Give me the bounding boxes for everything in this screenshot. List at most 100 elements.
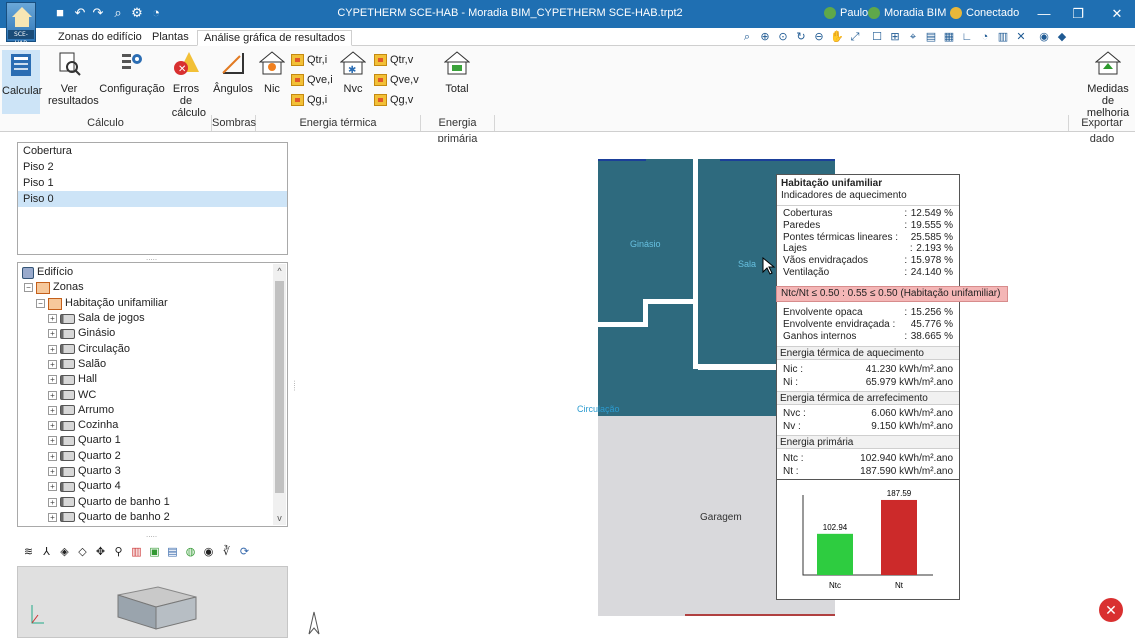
cube-icon[interactable]: ◈ xyxy=(58,546,71,559)
view-icon[interactable]: ◔ xyxy=(148,5,164,21)
room-label-ginasio[interactable]: Ginásio xyxy=(630,239,661,249)
close-error-icon[interactable]: ✕ xyxy=(1099,598,1123,622)
fit-icon[interactable]: ⤢ xyxy=(847,29,863,45)
qtrv-button[interactable]: Qtr,v xyxy=(374,54,413,66)
expand-icon[interactable]: + xyxy=(48,329,57,339)
zoom-extents-icon[interactable]: ⊕ xyxy=(757,29,773,45)
sphere-icon[interactable]: ◍ xyxy=(184,546,197,559)
calcular-button[interactable]: Calcular xyxy=(2,50,42,114)
layers-icon[interactable]: ▦ xyxy=(941,29,957,45)
scroll-down-icon[interactable]: v xyxy=(273,513,286,523)
plan-canvas[interactable]: Ginásio Sala Circulação Garagem xyxy=(300,142,1135,638)
collapse-icon[interactable]: − xyxy=(24,283,33,292)
close-window-button[interactable]: ✕ xyxy=(1107,4,1127,24)
expand-icon[interactable]: + xyxy=(48,314,57,323)
expand-icon[interactable]: + xyxy=(48,436,57,446)
building-icon[interactable]: ▥ xyxy=(995,29,1011,45)
expand-icon[interactable]: + xyxy=(48,344,57,354)
tree-node-space[interactable]: + Circulação xyxy=(48,342,130,357)
tree-node-zonas[interactable]: − Zonas xyxy=(24,280,84,295)
tree-node-edificio[interactable]: Edifício xyxy=(22,265,73,280)
select-box-icon[interactable]: ☐ xyxy=(869,29,885,45)
tree-node-space[interactable]: +Corredor xyxy=(48,525,121,526)
zoom-in-icon[interactable]: ⊙ xyxy=(775,29,791,45)
qgi-button[interactable]: Qg,i xyxy=(291,94,327,106)
floor-icon[interactable]: ▣ xyxy=(148,546,161,559)
tab-analise[interactable]: Análise gráfica de resultados xyxy=(197,30,353,46)
expand-icon[interactable]: + xyxy=(48,375,57,385)
nic-button[interactable]: Nic xyxy=(258,50,286,95)
total-button[interactable]: Total xyxy=(440,50,474,95)
help-icon[interactable]: ◉ xyxy=(1036,29,1052,45)
expand-icon[interactable]: + xyxy=(48,451,57,461)
tree-scrollbar[interactable]: ^ v xyxy=(273,264,286,525)
expand-icon[interactable]: + xyxy=(48,482,57,492)
orbit-icon[interactable]: ◔ xyxy=(977,29,993,45)
tree-node-space[interactable]: + Quarto de banho 1 xyxy=(48,495,170,510)
orbit-icon[interactable]: ✥ xyxy=(94,546,107,559)
connection-status[interactable]: Conectado xyxy=(950,7,1019,19)
project-badge[interactable]: Moradia BIM xyxy=(868,7,946,19)
splitter-handle[interactable]: ..... xyxy=(146,253,157,262)
axis-icon[interactable]: ⅄ xyxy=(40,546,53,559)
cube-open-icon[interactable]: ◇ xyxy=(76,546,89,559)
expand-icon[interactable]: + xyxy=(48,405,57,415)
level-item-piso-0[interactable]: Piso 0 xyxy=(18,191,287,207)
tab-plantas[interactable]: Plantas xyxy=(146,30,195,46)
tree-node-space[interactable]: + Hall xyxy=(48,372,97,387)
ver-resultados-button[interactable]: Ver resultados xyxy=(48,50,99,107)
nvc-button[interactable]: ✱ Nvc xyxy=(339,50,367,95)
expand-icon[interactable]: + xyxy=(48,359,57,369)
3d-preview[interactable] xyxy=(17,566,288,638)
window-icon[interactable]: ▤ xyxy=(166,546,179,559)
level-item-cobertura[interactable]: Cobertura xyxy=(18,143,287,159)
options-icon[interactable]: ◆ xyxy=(1054,29,1070,45)
tree-node-space[interactable]: + Quarto de banho 2 xyxy=(48,510,170,525)
tree-node-space[interactable]: + Salão xyxy=(48,357,106,372)
angle-icon[interactable]: ∟ xyxy=(959,29,975,45)
tree-node-habitacao[interactable]: − Habitação unifamiliar xyxy=(36,296,168,311)
tree-node-space[interactable]: + WC xyxy=(48,388,96,403)
room-label-garagem[interactable]: Garagem xyxy=(700,512,742,523)
save-icon[interactable]: ■ xyxy=(52,5,68,21)
erros-calculo-button[interactable]: ✕ Erros de cálculo xyxy=(166,50,206,119)
redraw-icon[interactable]: ↻ xyxy=(793,29,809,45)
level-item-piso-1[interactable]: Piso 1 xyxy=(18,175,287,191)
room-label-circulacao[interactable]: Circulação xyxy=(577,404,620,414)
pan-icon[interactable]: ✋ xyxy=(829,29,845,45)
tree-node-space[interactable]: + Arrumo xyxy=(48,403,114,418)
expand-icon[interactable]: + xyxy=(48,512,57,522)
configuracao-button[interactable]: Configuração xyxy=(98,50,166,95)
expand-icon[interactable]: + xyxy=(48,497,57,507)
level-item-piso-2[interactable]: Piso 2 xyxy=(18,159,287,175)
undo-icon[interactable]: ↶ xyxy=(72,5,88,21)
qgv-button[interactable]: Qg,v xyxy=(374,94,413,106)
expand-icon[interactable]: + xyxy=(48,421,57,431)
tree-node-space[interactable]: + Quarto 4 xyxy=(48,479,121,494)
medidas-melhoria-button[interactable]: Medidas de melhoria xyxy=(1082,50,1134,119)
user-badge[interactable]: Paulo xyxy=(824,7,868,19)
zoom-out-icon[interactable]: ⊖ xyxy=(811,29,827,45)
tree-node-space[interactable]: + Cozinha xyxy=(48,418,118,433)
tree-icon[interactable]: ⚲ xyxy=(112,546,125,559)
grid-icon[interactable]: ⊞ xyxy=(887,29,903,45)
settings-icon[interactable]: ⚙ xyxy=(129,5,145,21)
qtri-button[interactable]: Qtr,i xyxy=(291,54,327,66)
angulos-button[interactable]: Ângulos xyxy=(212,50,254,95)
splitter-handle[interactable]: ..... xyxy=(146,530,157,539)
expand-icon[interactable]: + xyxy=(48,390,57,400)
expand-icon[interactable]: + xyxy=(48,467,57,476)
search-icon[interactable]: ⌕ xyxy=(110,5,126,21)
room-label-sala[interactable]: Sala xyxy=(738,259,756,269)
minimize-button[interactable]: — xyxy=(1034,4,1054,24)
tree-node-space[interactable]: + Ginásio xyxy=(48,326,115,341)
qvev-button[interactable]: Qve,v xyxy=(374,74,419,86)
zoom-window-icon[interactable]: ⌕ xyxy=(739,29,755,45)
eye-icon[interactable]: ◉ xyxy=(202,546,215,559)
tree-node-space[interactable]: + Quarto 3 xyxy=(48,464,121,479)
tree-node-space[interactable]: + Quarto 2 xyxy=(48,449,121,464)
qvei-button[interactable]: Qve,i xyxy=(291,74,333,86)
collapse-icon[interactable]: − xyxy=(36,299,45,308)
scroll-thumb[interactable] xyxy=(275,281,284,493)
rotate-icon[interactable]: ⟳ xyxy=(238,546,251,559)
